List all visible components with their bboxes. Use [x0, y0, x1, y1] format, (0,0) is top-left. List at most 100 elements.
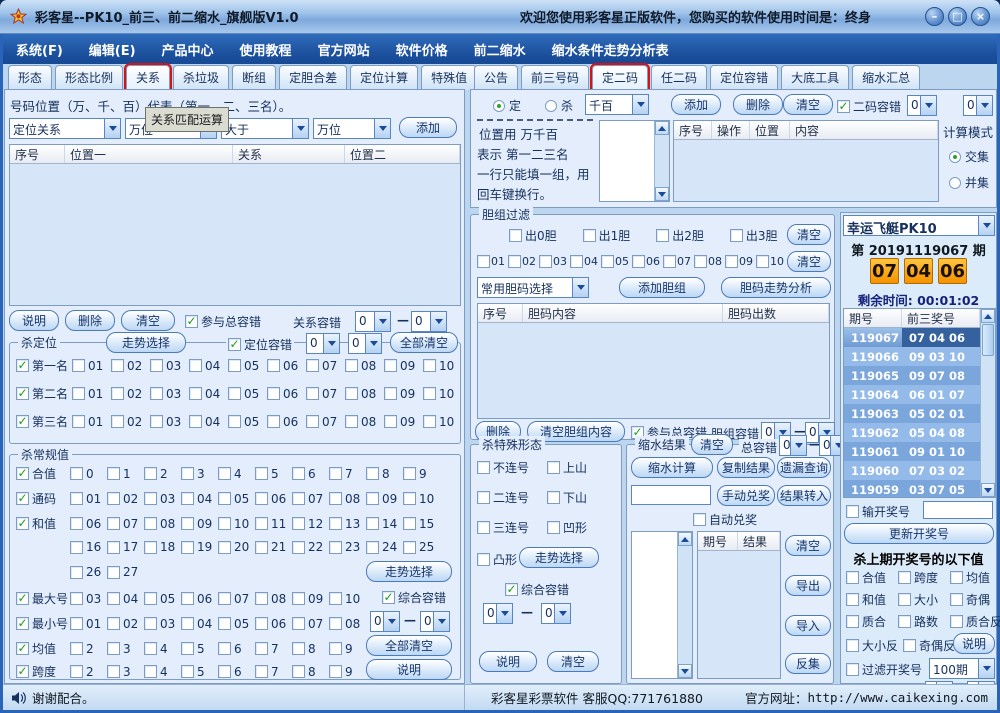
num-checkbox-09[interactable]: 09 [181, 517, 218, 531]
enter-draw-checkbox[interactable]: 输开奖号 [846, 503, 910, 520]
kill-prime-checkbox[interactable]: 质合 [846, 613, 886, 630]
special-tol-to-select[interactable]: 0 [541, 603, 571, 624]
no-consecutive-checkbox[interactable]: 不连号 [477, 459, 529, 476]
num-checkbox-09[interactable]: 09 [292, 592, 329, 606]
left-tab-4[interactable]: 断组 [232, 65, 277, 90]
danzu-trend-button[interactable]: 胆码走势分析 [721, 277, 831, 298]
scroll-up-button[interactable] [981, 309, 995, 323]
menu-item-1[interactable]: 编辑(E) [76, 40, 149, 59]
regular-tol-from-select[interactable]: 0 [370, 611, 400, 632]
num-checkbox-15[interactable]: 15 [403, 517, 440, 531]
twocode-tol-from-select[interactable]: 0 [907, 95, 937, 116]
num-checkbox-10[interactable]: 10 [329, 592, 366, 606]
kill-hezhi-checkbox[interactable]: 合值 [846, 569, 886, 586]
relation-table-body[interactable] [10, 164, 460, 305]
menu-item-6[interactable]: 前二缩水 [461, 40, 539, 59]
leader-checkbox[interactable]: ✓ 合值 [16, 465, 56, 482]
left-tab-5[interactable]: 定胆合差 [279, 65, 348, 90]
dan-num-checkbox-04[interactable]: 04 [570, 255, 601, 268]
position-pair-select[interactable]: 千百 [585, 94, 649, 115]
num-checkbox-07[interactable]: 07 [306, 387, 345, 401]
num-checkbox-02[interactable]: 02 [107, 492, 144, 506]
intersection-radio[interactable]: 交集 [949, 148, 989, 165]
manual-prize-button[interactable]: 手动兑奖 [717, 485, 775, 506]
num-checkbox-05[interactable]: 05 [144, 592, 181, 606]
copy-result-button[interactable]: 复制结果 [717, 457, 775, 478]
special-combo-tolerance-checkbox[interactable]: ✓ 综合容错 [505, 581, 569, 598]
concave-checkbox[interactable]: 凹形 [547, 519, 587, 536]
union-radio[interactable]: 并集 [949, 174, 989, 191]
num-checkbox-4[interactable]: 4 [144, 665, 181, 679]
dingerma-add-button[interactable]: 添加 [671, 94, 721, 115]
num-checkbox-04[interactable]: 04 [107, 592, 144, 606]
num-checkbox-2[interactable]: 2 [70, 665, 107, 679]
scroll-down-button[interactable] [655, 187, 669, 201]
num-checkbox-23[interactable]: 23 [329, 540, 366, 554]
num-checkbox-06[interactable]: 06 [267, 359, 306, 373]
num-checkbox-13[interactable]: 13 [329, 517, 366, 531]
lottery-select[interactable]: 幸运飞艇PK10 [843, 215, 995, 236]
num-checkbox-01[interactable]: 01 [70, 617, 107, 631]
num-checkbox-06[interactable]: 06 [70, 517, 107, 531]
num-checkbox-9[interactable]: 9 [329, 665, 366, 679]
leader-checkbox[interactable]: ✓ 均值 [16, 640, 56, 657]
num-checkbox-4[interactable]: 4 [144, 642, 181, 656]
relation-clear-button[interactable]: 清空 [121, 310, 175, 331]
minimize-button[interactable]: – [925, 7, 944, 26]
out-dan-checkbox-出3胆[interactable]: 出3胆 [729, 227, 778, 244]
num-checkbox-09[interactable]: 09 [384, 387, 423, 401]
num-checkbox-3[interactable]: 3 [181, 467, 218, 481]
uphill-checkbox[interactable]: 上山 [547, 459, 587, 476]
num-checkbox-04[interactable]: 04 [189, 387, 228, 401]
result-side-clear-button[interactable]: 清空 [785, 535, 831, 556]
menu-item-4[interactable]: 官方网站 [305, 40, 383, 59]
convex-checkbox[interactable]: 凸形 [477, 551, 517, 568]
dan-num-checkbox-07[interactable]: 07 [663, 255, 694, 268]
num-checkbox-05[interactable]: 05 [218, 492, 255, 506]
danzu-clear1-button[interactable]: 清空 [787, 224, 831, 245]
position-tol-from-select[interactable]: 0 [306, 333, 340, 354]
leader-checkbox[interactable]: ✓ 跨度 [16, 663, 56, 680]
kill-parity-inverse-checkbox[interactable]: 奇偶反 [903, 637, 955, 654]
status-website-url[interactable]: http://www.caikexing.com [807, 690, 988, 705]
num-checkbox-22[interactable]: 22 [292, 540, 329, 554]
kill-position-trend-button[interactable]: 走势选择 [106, 332, 186, 353]
num-checkbox-06[interactable]: 06 [255, 617, 292, 631]
num-checkbox-07[interactable]: 07 [306, 415, 345, 429]
dan-num-checkbox-01[interactable]: 01 [477, 255, 508, 268]
dingerma-input-area[interactable] [599, 120, 670, 202]
num-checkbox-16[interactable]: 16 [70, 540, 107, 554]
kill-regular-info-button[interactable]: 说明 [366, 659, 452, 680]
menu-item-0[interactable]: 系统(F) [3, 40, 76, 59]
kill-prime-inverse-checkbox[interactable]: 质合反 [950, 613, 1000, 630]
dan-num-checkbox-06[interactable]: 06 [632, 255, 663, 268]
relation-join-total-checkbox[interactable]: ✓ 参与总容错 [185, 313, 261, 330]
num-checkbox-27[interactable]: 27 [107, 565, 144, 579]
result-export-button[interactable]: 导出 [785, 575, 831, 596]
num-checkbox-10[interactable]: 10 [218, 517, 255, 531]
table-row-8[interactable]: 119059 03 07 05 [844, 480, 980, 497]
out-dan-checkbox-出2胆[interactable]: 出2胆 [656, 227, 704, 244]
result-input[interactable] [631, 485, 711, 505]
num-checkbox-04[interactable]: 04 [181, 617, 218, 631]
num-checkbox-09[interactable]: 09 [384, 359, 423, 373]
update-draw-button[interactable]: 更新开奖号 [844, 523, 994, 544]
position-two-select[interactable]: 万位 [313, 118, 391, 139]
num-checkbox-06[interactable]: 06 [267, 387, 306, 401]
leader-checkbox[interactable]: ✓ 通码 [16, 490, 56, 507]
total-tol-from-select[interactable]: 0 [779, 435, 807, 456]
result-clear-button[interactable]: 清空 [691, 434, 733, 455]
special-info-button[interactable]: 说明 [479, 651, 537, 672]
operator-select[interactable]: 大于 [221, 118, 309, 139]
num-checkbox-12[interactable]: 12 [292, 517, 329, 531]
relation-delete-button[interactable]: 删除 [65, 310, 115, 331]
left-tab-1[interactable]: 形态比例 [55, 65, 124, 90]
dingerma-clear-button[interactable]: 清空 [783, 94, 833, 115]
num-checkbox-07[interactable]: 07 [292, 492, 329, 506]
num-checkbox-06[interactable]: 06 [181, 592, 218, 606]
scrollbar-thumb[interactable] [982, 324, 994, 356]
num-checkbox-01[interactable]: 01 [72, 387, 111, 401]
kill-sum-checkbox[interactable]: 和值 [846, 591, 886, 608]
left-tab-7[interactable]: 特殊值 [421, 65, 478, 90]
num-checkbox-17[interactable]: 17 [107, 540, 144, 554]
